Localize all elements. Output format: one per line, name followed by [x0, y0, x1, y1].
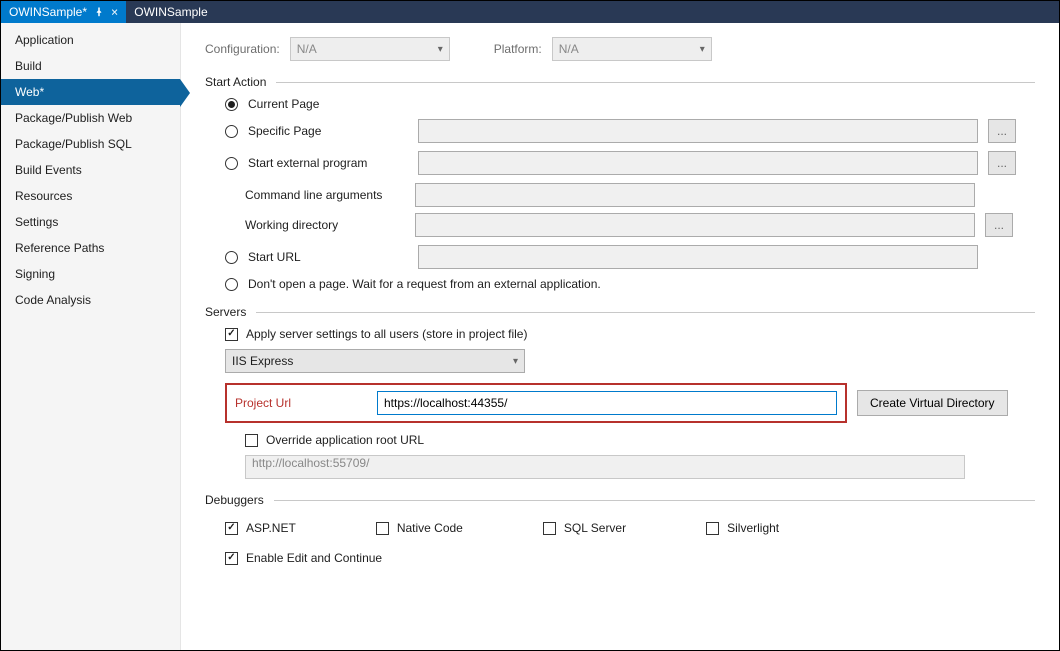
chevron-down-icon: ▾ — [513, 356, 518, 367]
checkbox-silverlight[interactable] — [706, 522, 719, 535]
radio-label: Start URL — [248, 250, 408, 264]
tab-label: OWINSample — [134, 5, 207, 19]
select-value: IIS Express — [232, 354, 293, 368]
start-url-input[interactable] — [418, 245, 978, 269]
dropdown-value: N/A — [559, 42, 579, 56]
sidebar-item-label: Code Analysis — [15, 293, 91, 307]
sidebar-item-signing[interactable]: Signing — [1, 261, 180, 287]
root-url-input: http://localhost:55709/ — [245, 455, 965, 479]
checkbox-native-code[interactable] — [376, 522, 389, 535]
checkbox-apply-all-users[interactable] — [225, 328, 238, 341]
project-url-highlight: Project Url — [225, 383, 847, 423]
sidebar-item-label: Build Events — [15, 163, 82, 177]
ellipsis-icon: ... — [997, 124, 1007, 138]
divider — [256, 312, 1035, 313]
section-title: Debuggers — [205, 493, 264, 507]
sidebar-item-label: Signing — [15, 267, 55, 281]
web-property-page: Configuration: N/A ▾ Platform: N/A ▾ Sta… — [181, 23, 1059, 650]
radio-label: Specific Page — [248, 124, 408, 138]
dropdown-value: N/A — [297, 42, 317, 56]
sidebar-item-resources[interactable]: Resources — [1, 183, 180, 209]
section-title: Servers — [205, 305, 246, 319]
platform-dropdown: N/A ▾ — [552, 37, 712, 61]
sidebar-item-label: Resources — [15, 189, 72, 203]
sidebar-item-label: Settings — [15, 215, 58, 229]
section-title: Start Action — [205, 75, 266, 89]
radio-start-url[interactable] — [225, 251, 238, 264]
tab-label: OWINSample* — [9, 5, 87, 19]
checkbox-label: ASP.NET — [246, 521, 296, 535]
configuration-label: Configuration: — [205, 42, 280, 56]
section-debuggers: Debuggers — [205, 493, 1035, 507]
ellipsis-icon: ... — [994, 218, 1004, 232]
sidebar-item-label: Package/Publish SQL — [15, 137, 132, 151]
sidebar-item-reference-paths[interactable]: Reference Paths — [1, 235, 180, 261]
working-dir-input[interactable] — [415, 213, 975, 237]
section-start-action: Start Action — [205, 75, 1035, 89]
document-tabstrip: OWINSample* × OWINSample — [1, 1, 1059, 23]
section-servers: Servers — [205, 305, 1035, 319]
chevron-down-icon: ▾ — [700, 44, 705, 55]
radio-current-page[interactable] — [225, 98, 238, 111]
browse-external-program-button[interactable]: ... — [988, 151, 1016, 175]
checkbox-label: Native Code — [397, 521, 463, 535]
checkbox-sql-server[interactable] — [543, 522, 556, 535]
external-program-input[interactable] — [418, 151, 978, 175]
sidebar-item-label: Build — [15, 59, 42, 73]
input-value: http://localhost:55709/ — [252, 456, 369, 470]
checkbox-label: Override application root URL — [266, 433, 424, 447]
property-page-sidebar: Application Build Web* Package/Publish W… — [1, 23, 181, 650]
checkbox-label: Silverlight — [727, 521, 779, 535]
project-properties-window: OWINSample* × OWINSample Application Bui… — [0, 0, 1060, 651]
platform-label: Platform: — [494, 42, 542, 56]
sidebar-item-code-analysis[interactable]: Code Analysis — [1, 287, 180, 313]
sidebar-item-settings[interactable]: Settings — [1, 209, 180, 235]
sidebar-item-label: Web* — [15, 85, 44, 99]
button-label: Create Virtual Directory — [870, 396, 995, 410]
sidebar-item-label: Package/Publish Web — [15, 111, 132, 125]
checkbox-override-root-url[interactable] — [245, 434, 258, 447]
pin-icon[interactable] — [93, 6, 105, 18]
tab-owinsample[interactable]: OWINSample — [126, 1, 215, 23]
cmd-args-input[interactable] — [415, 183, 975, 207]
checkbox-label: Apply server settings to all users (stor… — [246, 327, 527, 341]
server-type-select[interactable]: IIS Express ▾ — [225, 349, 525, 373]
chevron-down-icon: ▾ — [438, 44, 443, 55]
radio-specific-page[interactable] — [225, 125, 238, 138]
checkbox-aspnet[interactable] — [225, 522, 238, 535]
checkbox-label: SQL Server — [564, 521, 626, 535]
project-url-input[interactable] — [377, 391, 837, 415]
sidebar-item-label: Application — [15, 33, 74, 47]
browse-specific-page-button[interactable]: ... — [988, 119, 1016, 143]
checkbox-edit-and-continue[interactable] — [225, 552, 238, 565]
checkbox-label: Enable Edit and Continue — [246, 551, 382, 565]
sidebar-item-application[interactable]: Application — [1, 27, 180, 53]
configuration-dropdown: N/A ▾ — [290, 37, 450, 61]
sidebar-item-build-events[interactable]: Build Events — [1, 157, 180, 183]
radio-label: Start external program — [248, 156, 408, 170]
radio-start-external-program[interactable] — [225, 157, 238, 170]
radio-label: Current Page — [248, 97, 408, 111]
project-url-label: Project Url — [235, 396, 365, 410]
sidebar-item-label: Reference Paths — [15, 241, 104, 255]
sidebar-item-web[interactable]: Web* — [1, 79, 180, 105]
ellipsis-icon: ... — [997, 156, 1007, 170]
divider — [276, 82, 1035, 83]
divider — [274, 500, 1035, 501]
tab-owinsample-dirty[interactable]: OWINSample* × — [1, 1, 126, 23]
specific-page-input[interactable] — [418, 119, 978, 143]
radio-label: Don't open a page. Wait for a request fr… — [248, 277, 601, 291]
create-virtual-directory-button[interactable]: Create Virtual Directory — [857, 390, 1008, 416]
cmd-args-label: Command line arguments — [245, 188, 405, 202]
browse-working-dir-button[interactable]: ... — [985, 213, 1013, 237]
sidebar-item-build[interactable]: Build — [1, 53, 180, 79]
working-dir-label: Working directory — [245, 218, 405, 232]
close-icon[interactable]: × — [111, 5, 118, 19]
radio-dont-open-page[interactable] — [225, 278, 238, 291]
sidebar-item-package-publish-sql[interactable]: Package/Publish SQL — [1, 131, 180, 157]
sidebar-item-package-publish-web[interactable]: Package/Publish Web — [1, 105, 180, 131]
